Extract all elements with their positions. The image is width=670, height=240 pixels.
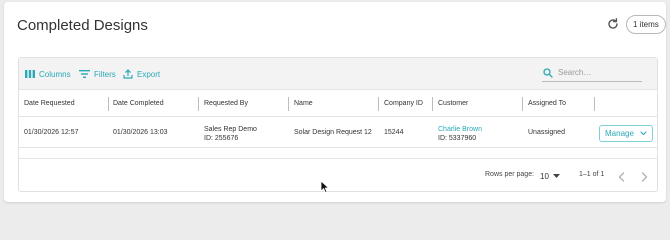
- next-page-button[interactable]: [639, 170, 649, 182]
- mouse-cursor-icon: [320, 180, 329, 193]
- chevron-down-icon: [640, 131, 647, 136]
- cell-name: Solar Design Request 12: [294, 129, 372, 136]
- manage-button[interactable]: Manage: [599, 125, 653, 142]
- grid-toolbar: Columns Filters Export: [19, 58, 657, 90]
- previous-page-button[interactable]: [617, 170, 627, 182]
- header-name[interactable]: Name: [294, 91, 313, 117]
- column-resize-handle[interactable]: [108, 97, 109, 111]
- chevron-left-icon: [618, 172, 625, 182]
- table-row-spacer: [19, 149, 657, 159]
- completed-designs-card: Completed Designs 1 items Columns Filter…: [4, 2, 666, 202]
- cell-requested-by: Sales Rep Demo ID: 255676: [204, 125, 257, 143]
- column-resize-handle[interactable]: [594, 97, 595, 111]
- columns-icon: [25, 70, 35, 78]
- rows-per-page-label: Rows per page:: [485, 171, 535, 178]
- cell-customer: Charlie Brown ID: 5337960: [438, 125, 482, 143]
- header-assigned-to[interactable]: Assigned To: [528, 91, 566, 117]
- pagination-range: 1–1 of 1: [579, 171, 605, 178]
- header-requested-by[interactable]: Requested By: [204, 91, 248, 117]
- column-resize-handle[interactable]: [288, 97, 289, 111]
- header-company-id[interactable]: Company ID: [384, 91, 423, 117]
- cell-assigned-to: Unassigned: [528, 129, 565, 136]
- pagination-footer: Rows per page: 10 1–1 of 1: [19, 162, 657, 190]
- search-input[interactable]: [558, 68, 632, 77]
- search-box: [542, 64, 642, 82]
- customer-name-link[interactable]: Charlie Brown: [438, 125, 482, 134]
- manage-label: Manage: [605, 129, 634, 138]
- rows-per-page-value: 10: [540, 171, 549, 181]
- cell-date-requested: 01/30/2026 12:57: [24, 129, 79, 136]
- rows-per-page-select[interactable]: 10: [540, 169, 560, 183]
- export-icon: [123, 69, 133, 79]
- export-button[interactable]: Export: [123, 67, 160, 81]
- requested-by-id: ID: 255676: [204, 135, 239, 142]
- requested-by-name: Sales Rep Demo: [204, 126, 257, 133]
- header-customer[interactable]: Customer: [438, 91, 468, 117]
- refresh-icon: [608, 18, 618, 29]
- items-count-badge: 1 items: [626, 15, 666, 34]
- column-resize-handle[interactable]: [432, 97, 433, 111]
- designs-data-grid: Columns Filters Export Search… Date Requ…: [18, 57, 658, 192]
- filters-button[interactable]: Filters: [79, 67, 116, 81]
- filter-icon: [79, 70, 90, 78]
- header-date-requested[interactable]: Date Requested: [24, 91, 75, 117]
- filters-label: Filters: [94, 69, 116, 79]
- column-resize-handle[interactable]: [198, 97, 199, 111]
- column-resize-handle[interactable]: [378, 97, 379, 111]
- column-resize-handle[interactable]: [522, 97, 523, 111]
- header-date-completed[interactable]: Date Completed: [113, 91, 164, 117]
- chevron-right-icon: [641, 172, 648, 182]
- caret-down-icon: [552, 174, 560, 178]
- customer-id: ID: 5337960: [438, 135, 477, 142]
- columns-button[interactable]: Columns: [25, 67, 71, 81]
- page-title: Completed Designs: [17, 17, 148, 34]
- table-header: Date Requested Date Completed Requested …: [19, 91, 657, 117]
- cell-company-id: 15244: [384, 129, 404, 136]
- refresh-button[interactable]: [606, 17, 620, 31]
- columns-label: Columns: [39, 69, 71, 79]
- search-icon: [543, 67, 553, 78]
- table-row: 01/30/2026 12:57 01/30/2026 13:03 Sales …: [19, 118, 657, 148]
- export-label: Export: [137, 69, 161, 79]
- cell-date-completed: 01/30/2026 13:03: [113, 129, 168, 136]
